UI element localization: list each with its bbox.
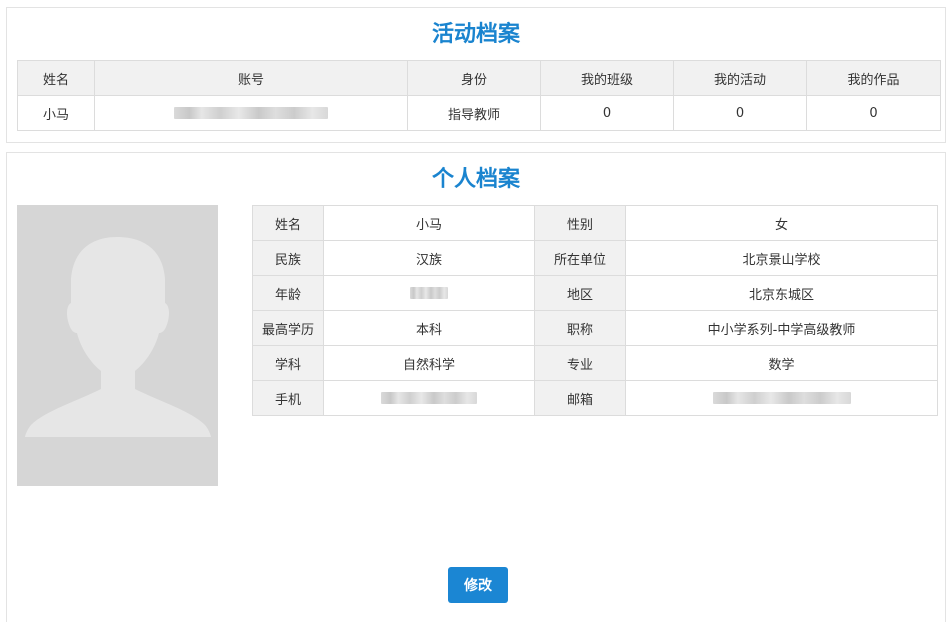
value-region: 北京东城区 — [625, 275, 938, 311]
table-row: 年龄 地区 北京东城区 — [252, 275, 938, 311]
header-identity: 身份 — [407, 60, 541, 96]
header-account: 账号 — [94, 60, 408, 96]
personal-panel: 个人档案 姓名 小马 性别 女 民族 汉族 所在单位 北京景山学校 年龄 地区 … — [6, 152, 946, 622]
label-email: 邮箱 — [534, 380, 626, 416]
value-ethnicity: 汉族 — [323, 240, 535, 276]
value-gender: 女 — [625, 205, 938, 241]
label-title: 职称 — [534, 310, 626, 346]
redacted-account — [174, 107, 328, 119]
table-row: 小马 指导教师 0 0 0 — [17, 95, 941, 131]
label-major: 专业 — [534, 345, 626, 381]
label-subject: 学科 — [252, 345, 324, 381]
value-name: 小马 — [323, 205, 535, 241]
header-name: 姓名 — [17, 60, 95, 96]
redacted-phone — [381, 392, 477, 404]
value-subject: 自然科学 — [323, 345, 535, 381]
label-age: 年龄 — [252, 275, 324, 311]
cell-my-activities: 0 — [673, 95, 807, 131]
value-education: 本科 — [323, 310, 535, 346]
cell-my-works: 0 — [806, 95, 941, 131]
value-phone — [323, 380, 535, 416]
edit-button[interactable]: 修改 — [448, 567, 508, 603]
table-row: 姓名 小马 性别 女 — [252, 205, 938, 241]
label-unit: 所在单位 — [534, 240, 626, 276]
activity-title: 活动档案 — [431, 22, 520, 47]
cell-name: 小马 — [17, 95, 95, 131]
cell-identity: 指导教师 — [407, 95, 541, 131]
label-ethnicity: 民族 — [252, 240, 324, 276]
profile-table: 姓名 小马 性别 女 民族 汉族 所在单位 北京景山学校 年龄 地区 北京东城区… — [252, 205, 938, 416]
redacted-age — [410, 287, 448, 299]
header-my-classes: 我的班级 — [540, 60, 674, 96]
activity-table: 姓名 账号 身份 我的班级 我的活动 我的作品 小马 指导教师 0 0 0 — [17, 60, 941, 131]
table-row: 民族 汉族 所在单位 北京景山学校 — [252, 240, 938, 276]
personal-title: 个人档案 — [431, 167, 520, 192]
value-age — [323, 275, 535, 311]
label-phone: 手机 — [252, 380, 324, 416]
activity-table-header: 姓名 账号 身份 我的班级 我的活动 我的作品 — [17, 60, 941, 96]
cell-account — [94, 95, 408, 131]
value-title: 中小学系列-中学高级教师 — [625, 310, 938, 346]
table-row: 手机 邮箱 — [252, 380, 938, 416]
value-unit: 北京景山学校 — [625, 240, 938, 276]
value-email — [625, 380, 938, 416]
label-region: 地区 — [534, 275, 626, 311]
cell-my-classes: 0 — [540, 95, 674, 131]
header-my-works: 我的作品 — [806, 60, 941, 96]
redacted-email — [712, 392, 851, 404]
label-gender: 性别 — [534, 205, 626, 241]
activity-panel: 活动档案 姓名 账号 身份 我的班级 我的活动 我的作品 小马 指导教师 0 0… — [6, 7, 946, 143]
user-silhouette-icon — [17, 205, 218, 486]
table-row: 最高学历 本科 职称 中小学系列-中学高级教师 — [252, 310, 938, 346]
label-name: 姓名 — [252, 205, 324, 241]
label-education: 最高学历 — [252, 310, 324, 346]
header-my-activities: 我的活动 — [673, 60, 807, 96]
value-major: 数学 — [625, 345, 938, 381]
table-row: 学科 自然科学 专业 数学 — [252, 345, 938, 381]
